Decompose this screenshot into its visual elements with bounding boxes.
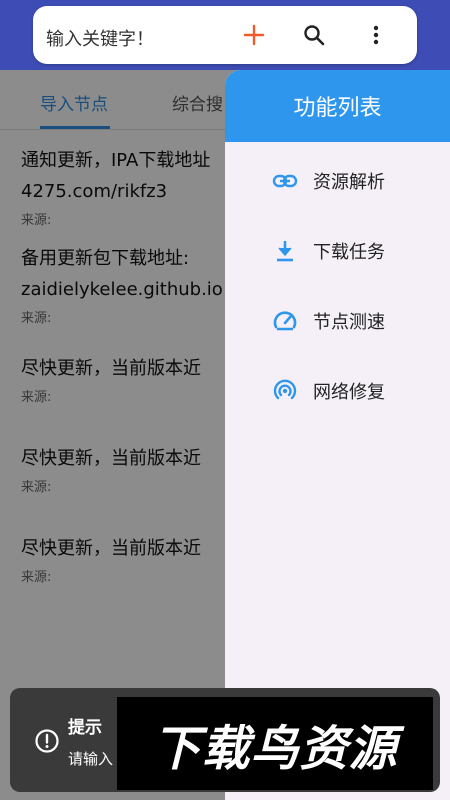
more-options-button[interactable] [361, 20, 391, 50]
add-button[interactable] [239, 20, 269, 50]
speedometer-icon [271, 307, 299, 335]
search-input[interactable]: 输入关键字！ [46, 25, 154, 51]
broadcast-icon [271, 377, 299, 405]
more-vertical-icon [373, 25, 379, 45]
link-icon [271, 167, 299, 195]
drawer-header: 功能列表 [225, 70, 450, 142]
watermark-text: 下载鸟资源 [152, 720, 398, 777]
menu-label: 节点测速 [313, 312, 385, 333]
watermark-logo: 下载鸟资源 [117, 697, 433, 790]
plus-icon [243, 24, 265, 46]
drawer-title: 功能列表 [293, 96, 382, 121]
toast-title: 提示 [68, 718, 102, 738]
download-icon [271, 237, 299, 265]
toast-message: 请输入 [68, 750, 114, 768]
menu-item-node-speedtest[interactable]: 节点测速 [225, 296, 450, 346]
menu-item-network-repair[interactable]: 网络修复 [225, 366, 450, 416]
search-icon [304, 25, 325, 46]
menu-label: 下载任务 [313, 242, 385, 263]
menu-label: 资源解析 [313, 172, 385, 193]
menu-item-download-tasks[interactable]: 下载任务 [225, 226, 450, 276]
search-button[interactable] [299, 20, 329, 50]
menu-label: 网络修复 [313, 382, 385, 403]
info-circle-icon [34, 728, 60, 754]
menu-item-resource-parse[interactable]: 资源解析 [225, 156, 450, 206]
search-bar[interactable]: 输入关键字！ [33, 6, 417, 64]
